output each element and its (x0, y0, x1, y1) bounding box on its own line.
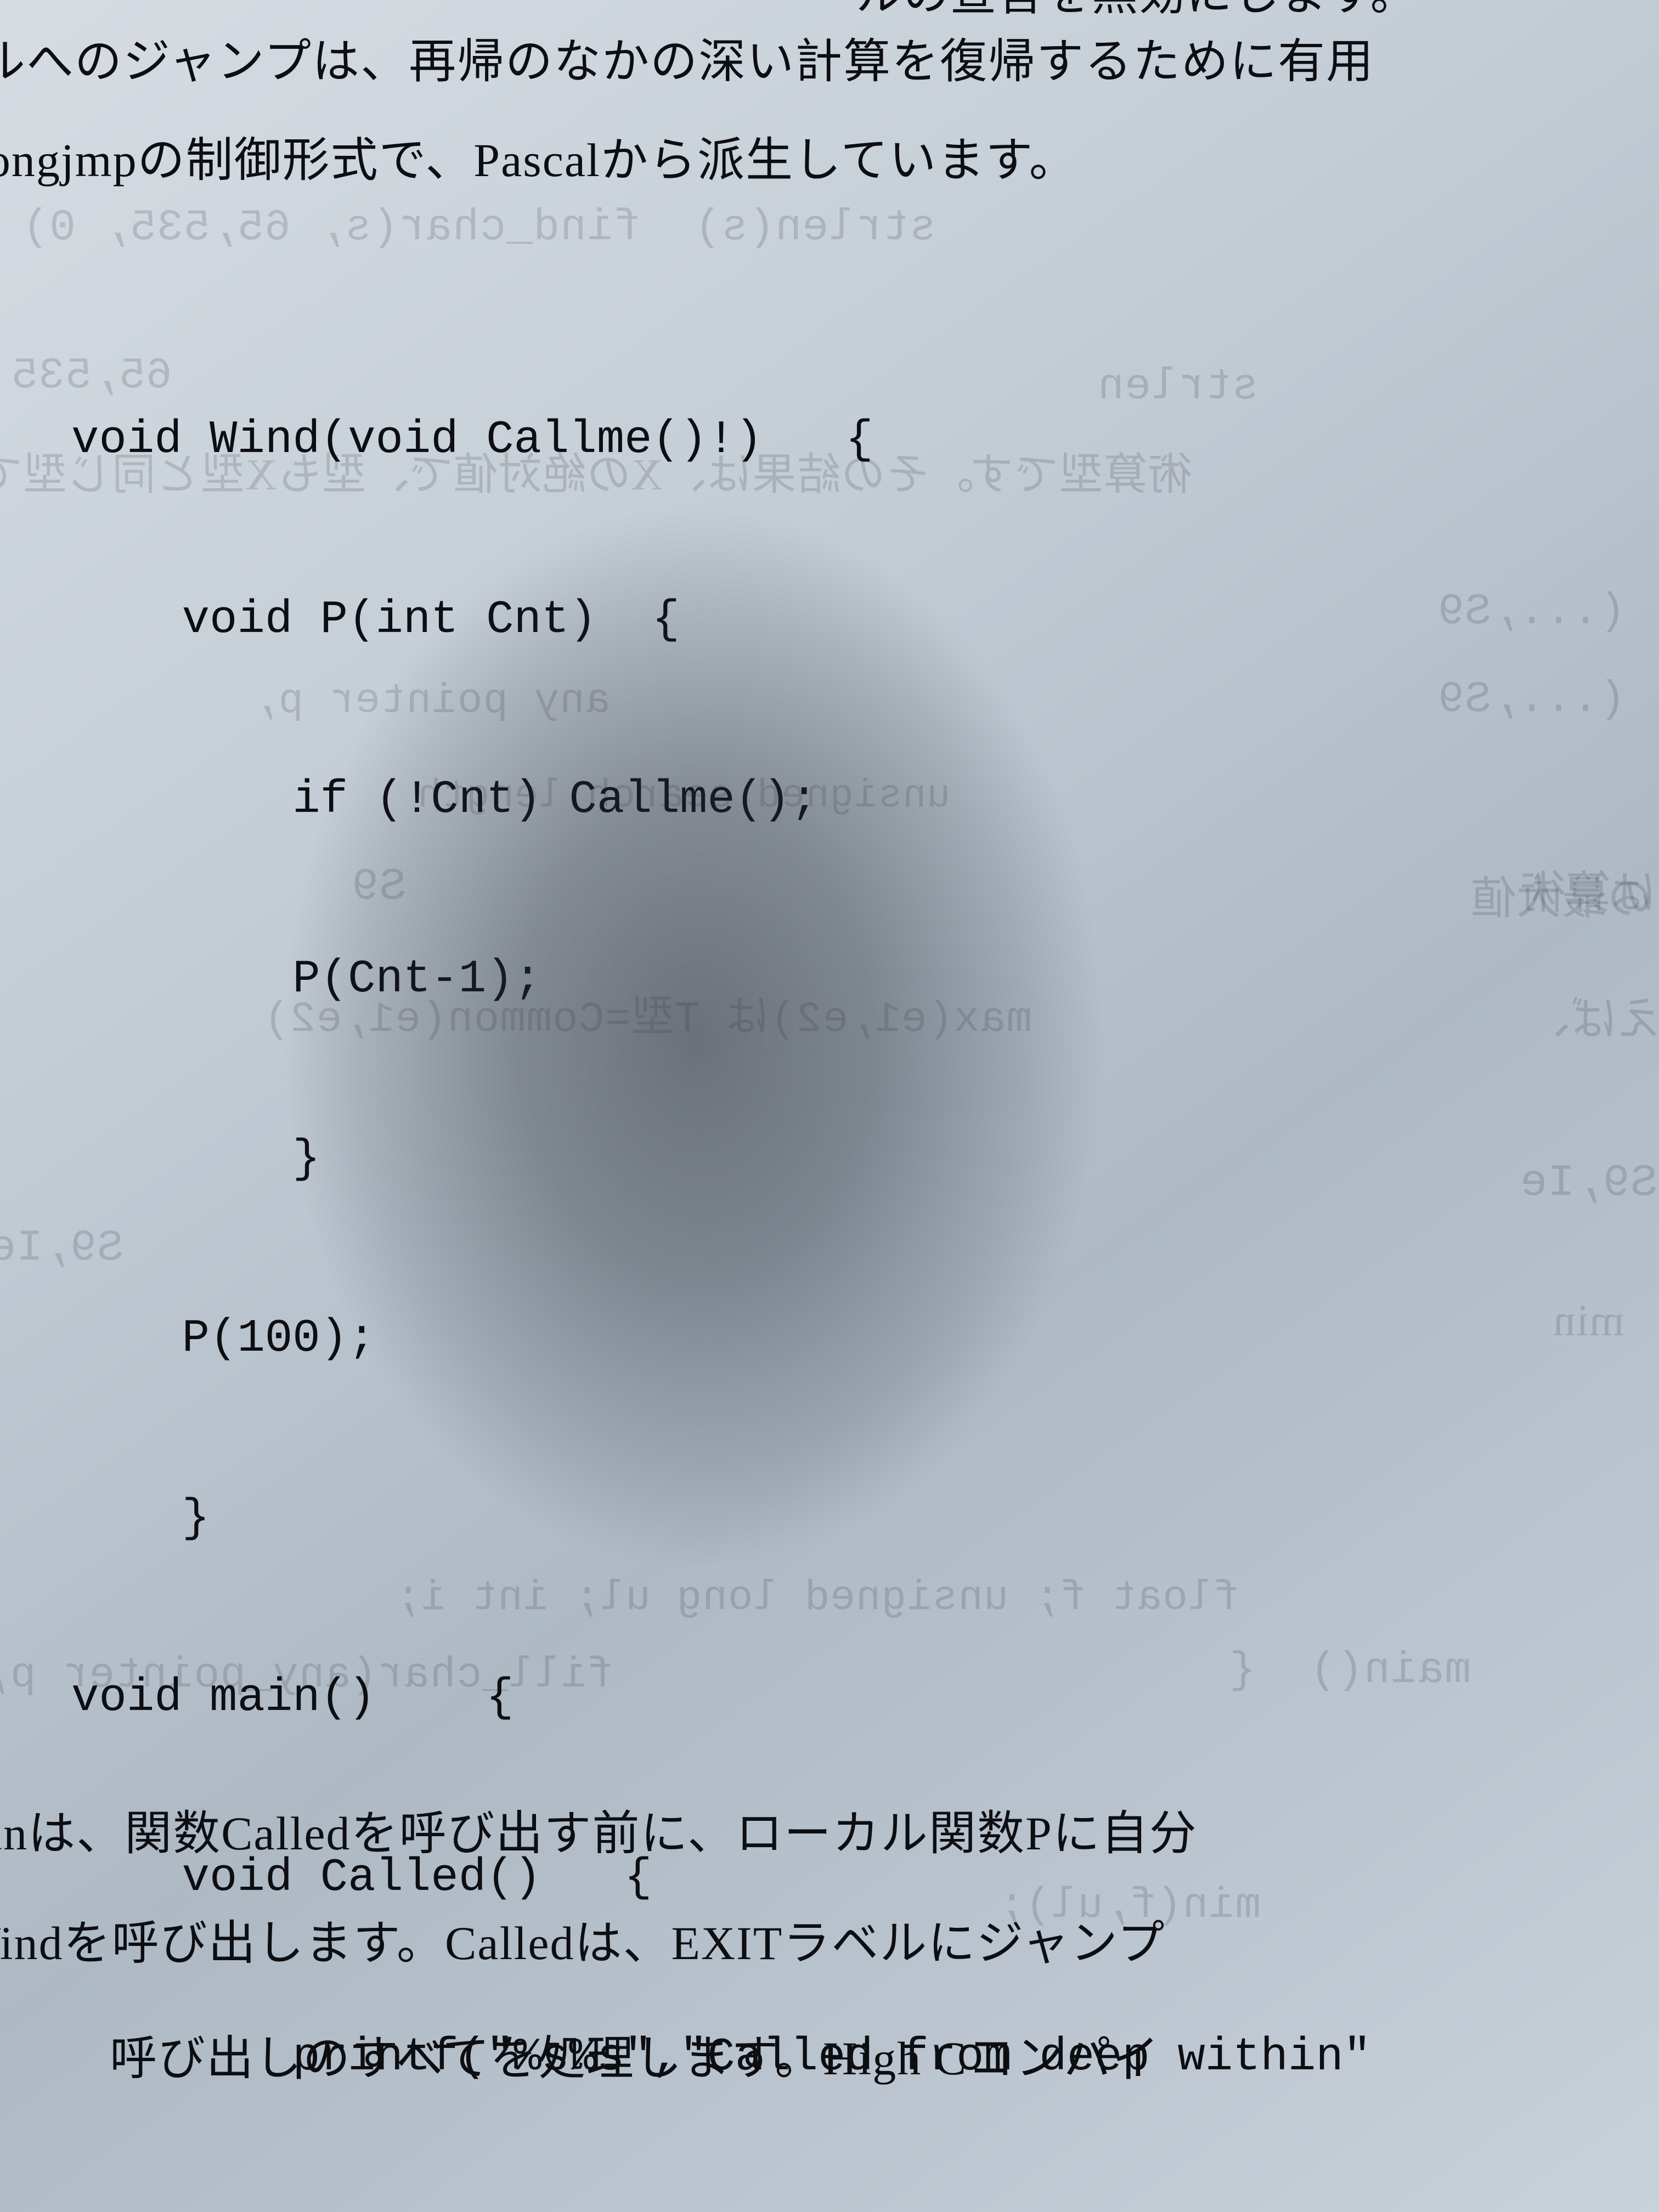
prose-line-1: ルへのジャンプは、再帰のなかの深い計算を復帰するために有用 (0, 27, 1374, 96)
ghost-text: は算術 (1520, 856, 1656, 921)
ghost-text: S9,Ie (1520, 1158, 1657, 1209)
prose-bottom-2: Windを呼び出します。Calledは、EXITラベルにジャンプ (0, 1909, 1165, 1978)
prose-line-2: longjmpの制御形式で、Pascalから派生しています。 (0, 126, 1077, 195)
code-line: P(100); (71, 1309, 1371, 1369)
ghost-text: strlen(s) find_char(s, 65,535, 0) (22, 203, 936, 253)
code-line: " recursion -- exiting.¥n"); (71, 2208, 1371, 2212)
code-line: } (71, 1489, 1371, 1549)
code-line: if (!Cnt) Callme(); (71, 770, 1371, 830)
prose-bottom-3: 呼び出しのすべてを処理します。High Cコンパイ (110, 2024, 1160, 2093)
code-line: void main() { (71, 1668, 1371, 1728)
ghost-text: (...,S9 (1437, 587, 1626, 637)
scanned-page: ルの宣言を無効にします。 ルへのジャンプは、再帰のなかの深い計算を復帰するために… (0, 0, 1659, 2212)
ghost-text: 言えば、 (1525, 982, 1659, 1047)
prose-bottom-1: ainは、関数Calledを呼び出す前に、ローカル関数Pに自分 (0, 1799, 1198, 1868)
code-line: void P(int Cnt) { (71, 590, 1371, 650)
code-line: } (71, 1130, 1371, 1189)
ghost-text: の最大値 (1470, 861, 1652, 927)
ghost-text: (...,S9 (1437, 675, 1626, 725)
code-line: void Wind(void Callme()!) { (71, 410, 1371, 470)
ghost-text: min (1553, 1295, 1624, 1346)
code-line: P(Cnt-1); (71, 950, 1371, 1009)
prose-line-0: ルの宣言を無効にします。 (856, 0, 1418, 29)
